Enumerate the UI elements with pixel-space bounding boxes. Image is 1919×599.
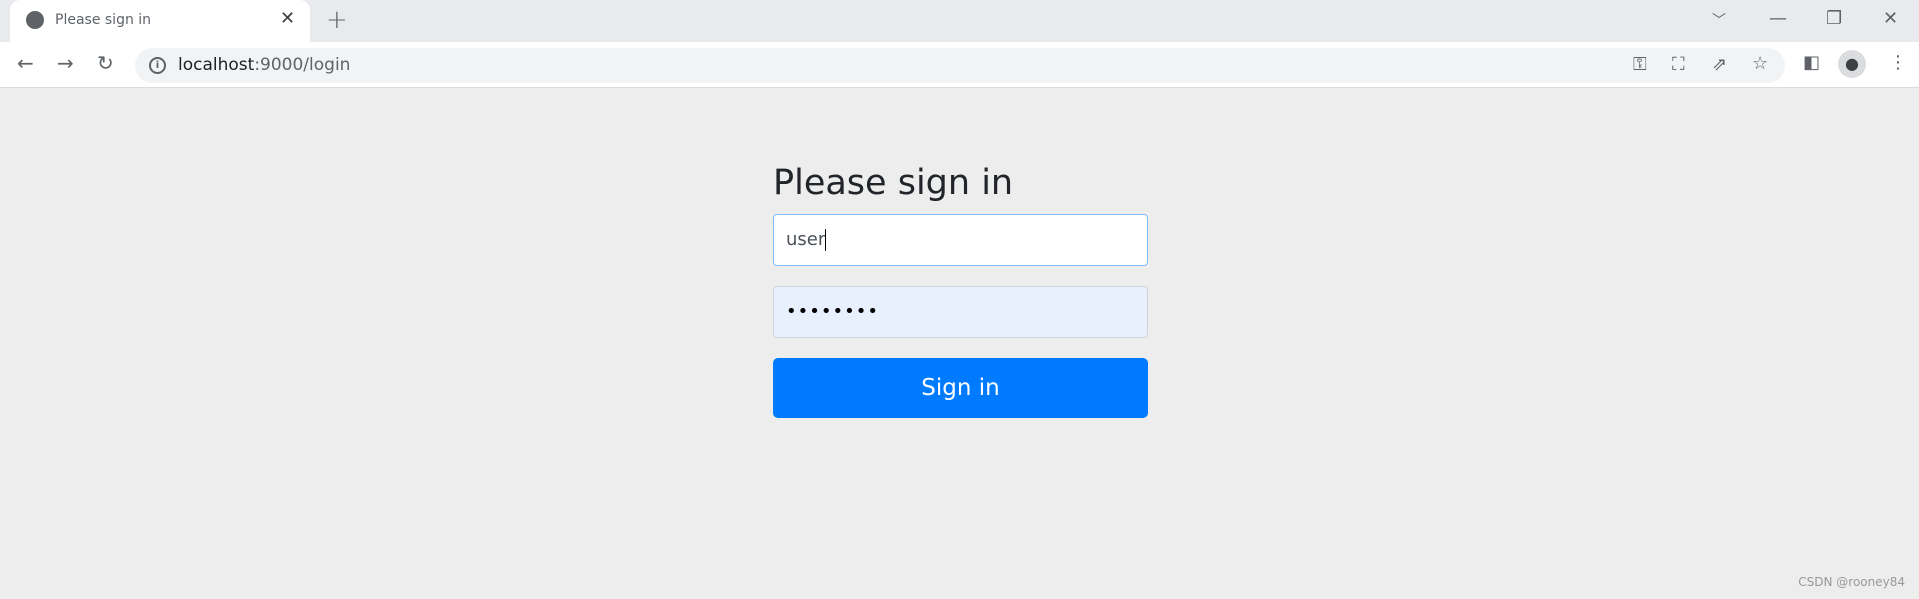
tab-search-chevron-icon[interactable]: ﹀ xyxy=(1712,10,1726,30)
tab-title: Please sign in xyxy=(55,12,152,28)
window-close-icon[interactable]: ✕ xyxy=(1883,8,1898,29)
new-tab-icon[interactable]: + xyxy=(326,5,348,35)
back-icon[interactable]: ← xyxy=(17,51,34,75)
watermark: CSDN @rooney84 xyxy=(1798,575,1905,589)
tab-strip: Please sign in ✕ + ﹀ — ❐ ✕ xyxy=(0,0,1919,43)
site-info-icon[interactable]: i xyxy=(149,57,166,74)
password-input[interactable]: •••••••• xyxy=(773,286,1148,338)
address-bar[interactable]: i localhost:9000/login ⚿ ⛶ ⇗ ☆ xyxy=(135,48,1785,83)
forward-icon[interactable]: → xyxy=(57,51,74,75)
username-input[interactable]: user xyxy=(773,214,1148,266)
reload-icon[interactable]: ↻ xyxy=(97,51,114,75)
tab-please-sign-in[interactable]: Please sign in ✕ xyxy=(10,0,310,43)
url-path: :9000/login xyxy=(254,55,351,75)
minimize-icon[interactable]: — xyxy=(1769,8,1787,29)
sign-in-button[interactable]: Sign in xyxy=(773,358,1148,418)
key-icon[interactable]: ⚿ xyxy=(1633,54,1647,75)
profile-avatar-icon[interactable]: ● xyxy=(1838,50,1866,78)
browser-toolbar: ← → ↻ i localhost:9000/login ⚿ ⛶ ⇗ ☆ ◧ ●… xyxy=(0,42,1919,88)
share-icon[interactable]: ⇗ xyxy=(1712,54,1727,75)
close-tab-icon[interactable]: ✕ xyxy=(280,8,295,29)
username-value: user xyxy=(786,229,826,250)
side-panel-icon[interactable]: ◧ xyxy=(1803,52,1820,73)
translate-icon[interactable]: ⛶ xyxy=(1672,54,1685,75)
login-form: Please sign in user •••••••• Sign in xyxy=(773,158,1148,418)
page-title: Please sign in xyxy=(773,163,1014,203)
text-caret xyxy=(825,229,827,251)
menu-kebab-icon[interactable]: ⋮ xyxy=(1889,52,1907,73)
restore-icon[interactable]: ❐ xyxy=(1826,8,1842,29)
url-text[interactable]: localhost:9000/login xyxy=(178,55,350,75)
bookmark-star-icon[interactable]: ☆ xyxy=(1752,53,1768,74)
globe-icon xyxy=(26,11,44,29)
url-host: localhost xyxy=(178,55,255,75)
